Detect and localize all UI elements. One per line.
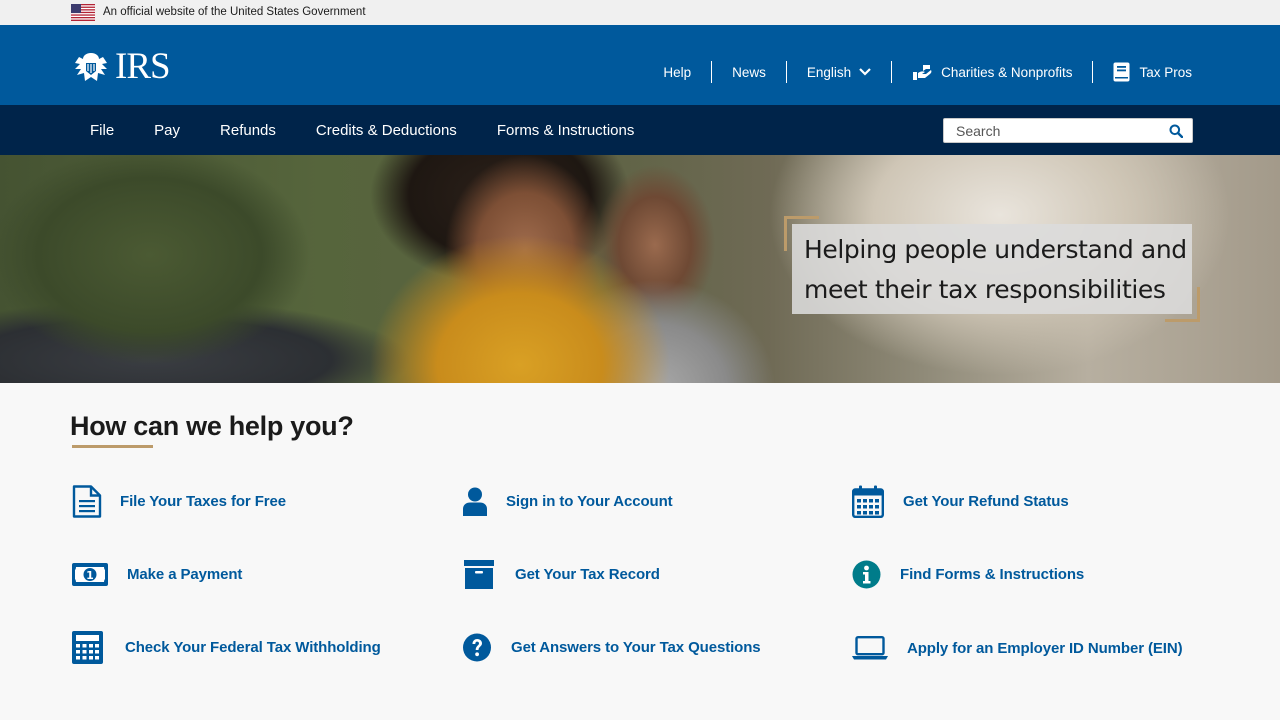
nav-item-credits-deductions[interactable]: Credits & Deductions [296, 105, 477, 155]
user-icon [463, 487, 487, 516]
irs-logo[interactable]: IRS [71, 46, 171, 87]
archive-box-icon [464, 560, 494, 589]
apply-ein-link[interactable]: Apply for an Employer ID Number (EIN) [852, 636, 1183, 660]
nav-item-refunds[interactable]: Refunds [200, 105, 296, 155]
document-icon [72, 485, 102, 518]
tax-pros-link[interactable]: Tax Pros [1092, 61, 1192, 83]
svg-text:1: 1 [86, 569, 94, 582]
book-icon [1113, 62, 1130, 82]
hero-headline: Helping people understand and meet their… [804, 235, 1187, 304]
file-taxes-free-link[interactable]: File Your Taxes for Free [72, 485, 286, 518]
language-label: English [806, 64, 852, 80]
utility-nav: Help News English Charities & Nonprofits [643, 61, 1192, 83]
tax-withholding-label: Check Your Federal Tax Withholding [125, 639, 381, 656]
charities-nonprofits-label: Charities & Nonprofits [941, 64, 1073, 80]
find-forms-label: Find Forms & Instructions [900, 566, 1085, 583]
language-dropdown[interactable]: English [785, 61, 891, 83]
make-payment-link[interactable]: 1 Make a Payment [72, 563, 242, 586]
refund-status-label: Get Your Refund Status [903, 493, 1069, 510]
official-government-banner: An official website of the United States… [0, 0, 1280, 25]
eagle-logo-icon [75, 53, 107, 81]
tax-record-link[interactable]: Get Your Tax Record [464, 560, 660, 589]
help-title-underline [72, 445, 153, 448]
sign-in-account-label: Sign in to Your Account [506, 493, 673, 510]
tax-questions-label: Get Answers to Your Tax Questions [511, 639, 761, 656]
info-icon [852, 560, 881, 589]
help-link-label: Help [663, 64, 692, 80]
make-payment-label: Make a Payment [127, 566, 243, 583]
official-website-text: An official website of the United States… [103, 6, 366, 18]
calendar-icon [852, 485, 884, 518]
news-link-label: News [732, 64, 766, 80]
charities-nonprofits-link[interactable]: Charities & Nonprofits [891, 61, 1092, 83]
search-box [943, 118, 1193, 143]
hero-text-box: Helping people understand and meet their… [792, 224, 1192, 314]
search-input[interactable] [944, 119, 1164, 142]
tax-questions-link[interactable]: Get Answers to Your Tax Questions [463, 633, 761, 662]
find-forms-link[interactable]: Find Forms & Instructions [852, 560, 1084, 589]
nav-item-pay[interactable]: Pay [134, 105, 200, 155]
laptop-icon [852, 636, 888, 660]
apply-ein-label: Apply for an Employer ID Number (EIN) [907, 639, 1183, 657]
chevron-down-icon [859, 68, 871, 76]
nav-item-file[interactable]: File [70, 105, 134, 155]
question-icon [463, 633, 491, 662]
nav-item-forms-instructions[interactable]: Forms & Instructions [477, 105, 655, 155]
search-icon[interactable] [1169, 124, 1183, 138]
help-link[interactable]: Help [643, 61, 711, 83]
news-link[interactable]: News [711, 61, 786, 83]
tax-record-label: Get Your Tax Record [515, 566, 660, 583]
calculator-icon [72, 631, 103, 664]
money-icon: 1 [72, 563, 108, 586]
hand-giving-icon [912, 63, 932, 81]
main-nav-items: File Pay Refunds Credits & Deductions Fo… [70, 105, 654, 155]
site-header: IRS Help News English Charities & Nonpro… [0, 25, 1280, 105]
us-flag-icon [71, 4, 95, 21]
irs-logo-text: IRS [115, 46, 171, 87]
tax-withholding-link[interactable]: Check Your Federal Tax Withholding [72, 631, 381, 664]
tax-pros-label: Tax Pros [1139, 64, 1192, 80]
main-navigation: File Pay Refunds Credits & Deductions Fo… [0, 105, 1280, 155]
refund-status-link[interactable]: Get Your Refund Status [852, 485, 1069, 518]
file-taxes-free-label: File Your Taxes for Free [120, 493, 286, 510]
hero-banner-image: Helping people understand and meet their… [0, 155, 1280, 383]
sign-in-account-link[interactable]: Sign in to Your Account [463, 487, 673, 516]
help-section-title: How can we help you? [70, 411, 354, 441]
